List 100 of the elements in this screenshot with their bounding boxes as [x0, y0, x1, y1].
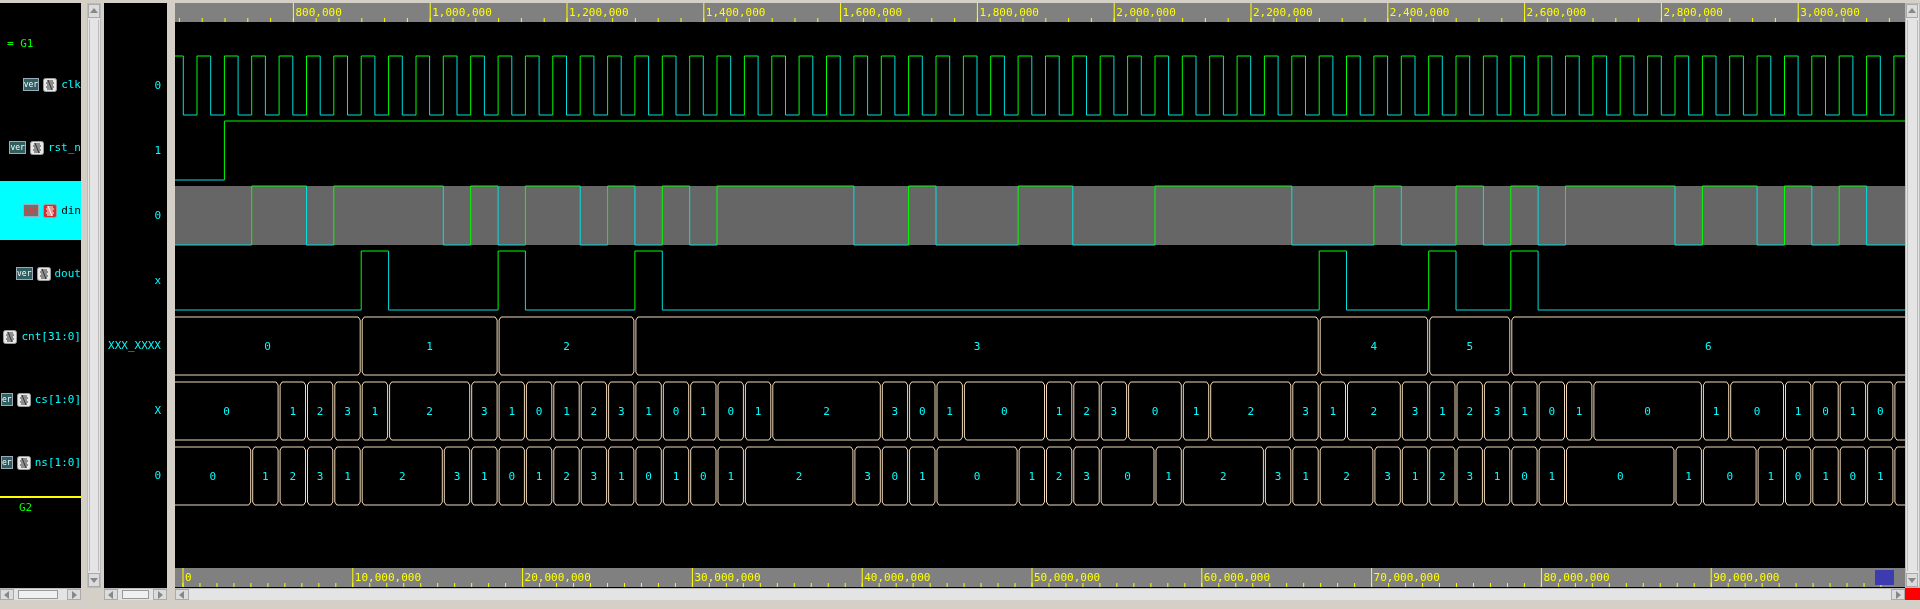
bus-value: 2 [1343, 470, 1350, 483]
scroll-down-button[interactable] [1906, 573, 1918, 587]
ruler-label: 50,000,000 [1034, 571, 1101, 584]
signal-name: din [61, 204, 81, 217]
scrollbar-thumb[interactable] [18, 590, 58, 599]
scrollbar-thumb[interactable] [121, 590, 150, 599]
signal-row[interactable]: ver rst_n [0, 118, 81, 177]
bus-segment [690, 446, 717, 506]
up-arrow-icon [90, 7, 98, 15]
bus-value: 1 [1165, 470, 1172, 483]
ruler-label: 2,400,000 [1389, 6, 1450, 19]
scroll-left-button[interactable] [104, 589, 118, 600]
bus-value: 0 [1124, 470, 1131, 483]
vertical-scrollbar[interactable] [1905, 3, 1920, 588]
bus-value: 3 [617, 405, 625, 418]
bus-segment [635, 381, 662, 441]
bus-value: 0 [1644, 405, 1651, 418]
signal-name: rst_n [47, 141, 81, 154]
signal-row[interactable]: er cs[1:0] [0, 370, 81, 429]
ruler-label: 1,400,000 [705, 6, 766, 19]
bus-value: 2 [1439, 470, 1446, 483]
bus-value: 0 [672, 405, 680, 418]
bus-value: 1 [617, 470, 625, 483]
bus-value: 0 [1521, 470, 1528, 483]
bus-value: 0 [1753, 405, 1761, 418]
bus-value: 0 [1001, 405, 1008, 418]
right-arrow-icon [70, 590, 78, 599]
bus-segment [881, 446, 909, 506]
bus-segment [909, 381, 936, 441]
bus-value: 5 [1466, 340, 1473, 353]
signal-row[interactable]: ver din [0, 181, 81, 240]
bus-segment [1812, 381, 1839, 441]
bus-segment [1456, 381, 1483, 441]
ver-badge: ver [22, 204, 40, 217]
bus-value: 1 [946, 405, 953, 418]
bus-value: 0 [645, 470, 652, 483]
bus-segment [1812, 446, 1839, 506]
vertical-scrollbar[interactable] [87, 3, 101, 588]
waveform-icon [36, 266, 51, 281]
bus-segment [1483, 446, 1511, 506]
bus-value: 1 [426, 340, 433, 353]
bus-value: 1 [344, 470, 351, 483]
bus-value: 1 [1302, 470, 1309, 483]
ver-badge: er [1, 456, 13, 469]
bus-value: 1 [1439, 405, 1446, 418]
bus-segment [662, 381, 690, 441]
bus-value: 3 [1083, 470, 1090, 483]
signal-value: x [154, 274, 161, 287]
bus-value: 2 [1247, 405, 1255, 418]
ver-badge: ver [22, 78, 40, 91]
bus-value: 1 [289, 405, 297, 418]
signal-row[interactable]: cnt[31:0] [0, 307, 81, 366]
bus-value: 3 [1411, 405, 1419, 418]
group-label: = G1 [6, 36, 35, 52]
bus-segment [553, 446, 580, 506]
bus-segment [498, 381, 525, 441]
bus-segment [525, 381, 553, 441]
signal-row[interactable]: ver clk [0, 55, 81, 114]
bus-value: 1 [1767, 470, 1775, 483]
bus-segment [1538, 381, 1565, 441]
left-arrow-icon [106, 590, 115, 599]
bus-value: 1 [1493, 470, 1501, 483]
bus-value: 0 [1726, 470, 1734, 483]
ruler-label: 80,000,000 [1543, 571, 1610, 584]
bus-value: 2 [1370, 405, 1378, 418]
bus-value: 2 [316, 405, 324, 418]
bus-value: 1 [645, 405, 652, 418]
scroll-up-button[interactable] [88, 4, 100, 18]
ruler-label: 1,200,000 [569, 6, 629, 19]
scroll-left-button[interactable] [175, 589, 189, 600]
signal-row[interactable]: ver dout [0, 244, 81, 303]
bus-value: 3 [453, 470, 461, 483]
ruler-label: 1,800,000 [979, 6, 1039, 19]
waveform-icon [29, 140, 44, 155]
up-arrow-icon [1908, 7, 1916, 15]
signal-name: clk [61, 78, 81, 91]
ruler-label: 2,800,000 [1663, 6, 1723, 19]
waveform-icon [43, 77, 58, 92]
bus-value: 1 [1575, 405, 1583, 418]
bus-value: 0 [223, 405, 230, 418]
bus-value: 0 [1616, 470, 1624, 483]
bus-value: 3 [1274, 470, 1282, 483]
ruler-label: 10,000,000 [354, 571, 422, 584]
scroll-up-button[interactable] [1906, 4, 1918, 18]
bus-segment [1429, 446, 1456, 506]
bus-value: 1 [1192, 405, 1200, 418]
scroll-right-button[interactable] [153, 589, 167, 600]
bus-value: 1 [919, 470, 926, 483]
ruler-label: 20,000,000 [524, 571, 591, 584]
ruler-label: 30,000,000 [694, 571, 761, 584]
bus-value: 0 [1548, 405, 1556, 418]
scroll-left-button[interactable] [0, 589, 14, 600]
scroll-right-button[interactable] [67, 589, 81, 600]
scroll-right-button[interactable] [1891, 589, 1905, 600]
viewport-marker[interactable] [1875, 570, 1894, 585]
scroll-down-button[interactable] [88, 573, 100, 587]
bus-value: 1 [262, 470, 269, 483]
bus-value: 1 [1794, 405, 1802, 418]
signal-row[interactable]: er ns[1:0] [0, 433, 81, 492]
bus-segment [553, 381, 580, 441]
